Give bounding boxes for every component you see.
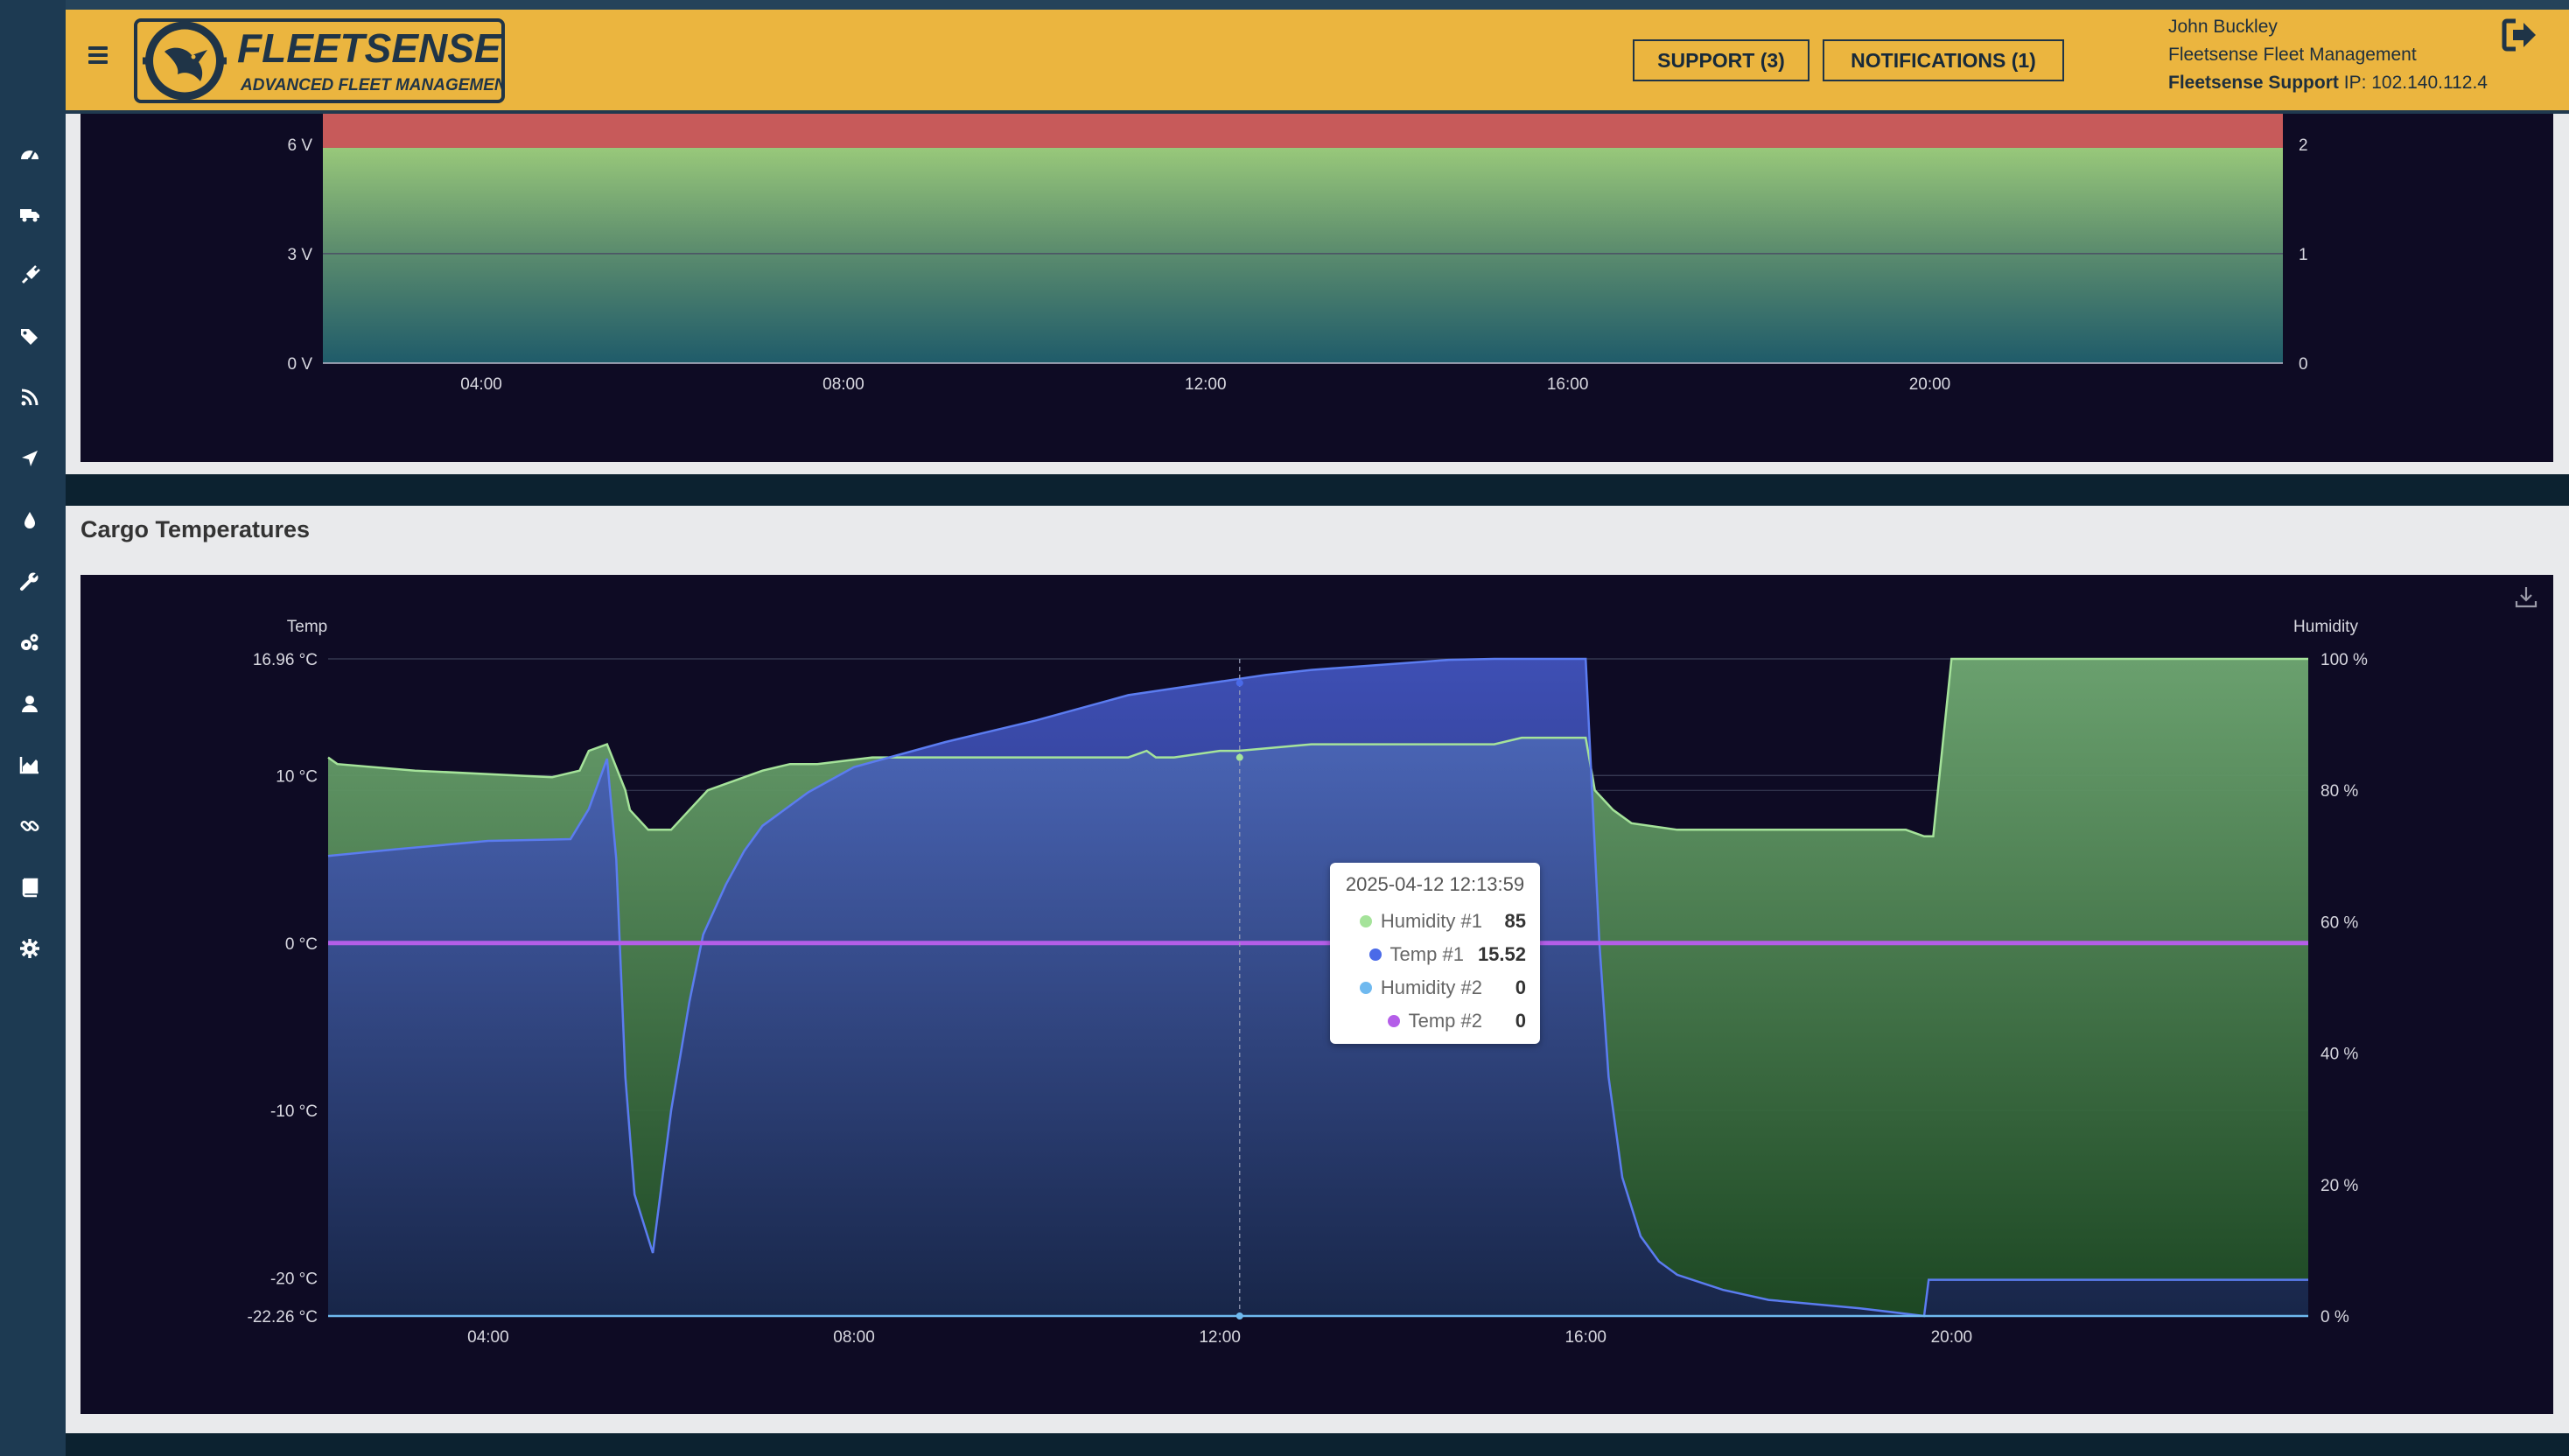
support-org: Fleetsense Support: [2168, 73, 2339, 93]
logo-tagline-text: ADVANCED FLEET MANAGEMENT: [240, 76, 505, 94]
ip-address: IP: 102.140.112.4: [2343, 73, 2488, 93]
x-tick-label: 04:00: [460, 375, 502, 394]
x-tick-label: 12:00: [1185, 375, 1227, 394]
tags-icon[interactable]: [16, 323, 44, 351]
plug-icon[interactable]: [16, 262, 44, 290]
tooltip-row-humidity2: Humidity #2 0: [1344, 971, 1526, 1004]
temp1-dot: [1368, 948, 1382, 961]
tooltip-series-value: 0: [1515, 1010, 1526, 1032]
x-tick-label: 20:00: [1909, 375, 1951, 394]
y2-axis-label: Humidity: [2293, 618, 2358, 636]
gear-icon[interactable]: [16, 934, 44, 962]
y-tick-label: 6 V: [287, 136, 312, 155]
tooltip-series-name: Humidity #2: [1380, 976, 1482, 998]
cargo-temperatures-panel: Cargo Temperatures 16.96 °C 10 °C 0 °C -10 …: [66, 506, 2569, 1433]
tooltip-series-value: 85: [1504, 910, 1526, 932]
tooltip-row-temp2: Temp #2 0: [1344, 1004, 1526, 1038]
y-tick-label: 16.96 °C: [253, 651, 318, 669]
logo-brand-text: FLEETSENSE: [237, 25, 502, 71]
voltage-chart[interactable]: 6 V 3 V 0 V 2 1 0 04:00 08:00 12:00 16:00 20:00: [80, 114, 2553, 462]
truck-icon[interactable]: [16, 200, 44, 228]
bottom-strip: [66, 1433, 2569, 1456]
link-icon[interactable]: [16, 812, 44, 840]
y2-tick-label: 20 %: [2320, 1177, 2358, 1195]
voltage-area: [323, 147, 2283, 363]
x-tick-label: 16:00: [1564, 1328, 1606, 1347]
y-tick-label: 3 V: [287, 246, 312, 264]
tooltip-series-value: 0: [1515, 976, 1526, 998]
book-icon[interactable]: [16, 873, 44, 901]
x-tick-label: 12:00: [1199, 1328, 1241, 1347]
user-icon[interactable]: [16, 690, 44, 718]
y-axis-label: Temp: [287, 618, 327, 636]
wrench-icon[interactable]: [16, 567, 44, 595]
y-tick-label: -20 °C: [270, 1270, 318, 1289]
support-ip-line: Fleetsense Support IP: 102.140.112.4: [2168, 69, 2488, 97]
tooltip-series-name: Temp #2: [1408, 1010, 1482, 1032]
hamburger-menu-icon[interactable]: [85, 43, 111, 67]
rss-icon[interactable]: [16, 383, 44, 411]
dashboard-icon[interactable]: [16, 140, 44, 168]
tooltip-row-temp1: Temp #1 15.52: [1344, 938, 1526, 971]
user-info: John Buckley Fleetsense Fleet Management…: [2168, 13, 2488, 97]
y2-tick-label: 60 %: [2320, 914, 2358, 932]
area-chart-icon[interactable]: [16, 751, 44, 779]
crosshair-marker-humidity2: [1236, 1312, 1243, 1320]
drop-icon[interactable]: [16, 506, 44, 534]
temp2-dot: [1387, 1015, 1400, 1027]
y-tick-label: -22.26 °C: [248, 1308, 318, 1326]
logout-icon[interactable]: [2500, 15, 2540, 55]
top-strip: [0, 0, 2569, 10]
y2-tick-label: 2: [2299, 136, 2308, 155]
panel-title: Cargo Temperatures: [80, 516, 311, 542]
cargo-temperatures-chart[interactable]: 16.96 °C 10 °C 0 °C -10 °C -20 °C -22.26 °C 1…: [80, 575, 2553, 1414]
x-tick-label: 20:00: [1931, 1328, 1973, 1347]
x-tick-label: 08:00: [833, 1328, 875, 1347]
x-tick-label: 16:00: [1547, 375, 1589, 394]
notifications-button[interactable]: NOTIFICATIONS (1): [1823, 39, 2064, 81]
x-tick-label: 08:00: [822, 375, 864, 394]
fleetsense-logo[interactable]: FLEETSENSE ADVANCED FLEET MANAGEMENT: [134, 18, 518, 103]
y2-tick-label: 40 %: [2320, 1046, 2358, 1064]
voltage-danger-band: [323, 114, 2283, 148]
humidity1-dot: [1359, 915, 1372, 928]
download-icon[interactable]: [2513, 584, 2539, 610]
tooltip-series-name: Temp #1: [1390, 943, 1464, 965]
sidebar: [0, 0, 66, 1456]
chart-tooltip: 2025-04-12 12:13:59 Humidity #1 85 Temp …: [1330, 863, 1540, 1044]
y-tick-label: 10 °C: [276, 767, 318, 786]
location-arrow-icon[interactable]: [16, 444, 44, 472]
y-tick-label: -10 °C: [270, 1102, 318, 1121]
humidity2-dot: [1359, 982, 1372, 994]
crosshair-marker-temp1: [1236, 679, 1243, 687]
crosshair-marker-humidity1: [1236, 753, 1243, 761]
y2-tick-label: 80 %: [2320, 782, 2358, 801]
top-header: FLEETSENSE ADVANCED FLEET MANAGEMENT SUP…: [66, 10, 2569, 114]
y-tick-label: 0 °C: [285, 935, 318, 954]
organization-name: Fleetsense Fleet Management: [2168, 45, 2417, 65]
x-tick-label: 04:00: [467, 1328, 509, 1347]
y2-tick-label: 1: [2299, 246, 2308, 264]
tooltip-row-humidity1: Humidity #1 85: [1344, 905, 1526, 938]
support-button[interactable]: SUPPORT (3): [1633, 39, 1810, 81]
voltage-panel: 6 V 3 V 0 V 2 1 0 04:00 08:00 12:00 16:00 20:00: [66, 114, 2569, 474]
gears-icon[interactable]: [16, 628, 44, 656]
y2-tick-label: 100 %: [2320, 651, 2368, 669]
tooltip-series-name: Humidity #1: [1380, 910, 1482, 932]
panel-gap: [66, 474, 2569, 506]
tooltip-series-value: 15.52: [1477, 943, 1526, 965]
y-tick-label: 0 V: [287, 355, 312, 374]
y2-tick-label: 0 %: [2320, 1308, 2349, 1326]
tooltip-date: 2025-04-12 12:13:59: [1345, 873, 1525, 895]
user-name: John Buckley: [2168, 17, 2278, 37]
y2-tick-label: 0: [2299, 355, 2308, 374]
